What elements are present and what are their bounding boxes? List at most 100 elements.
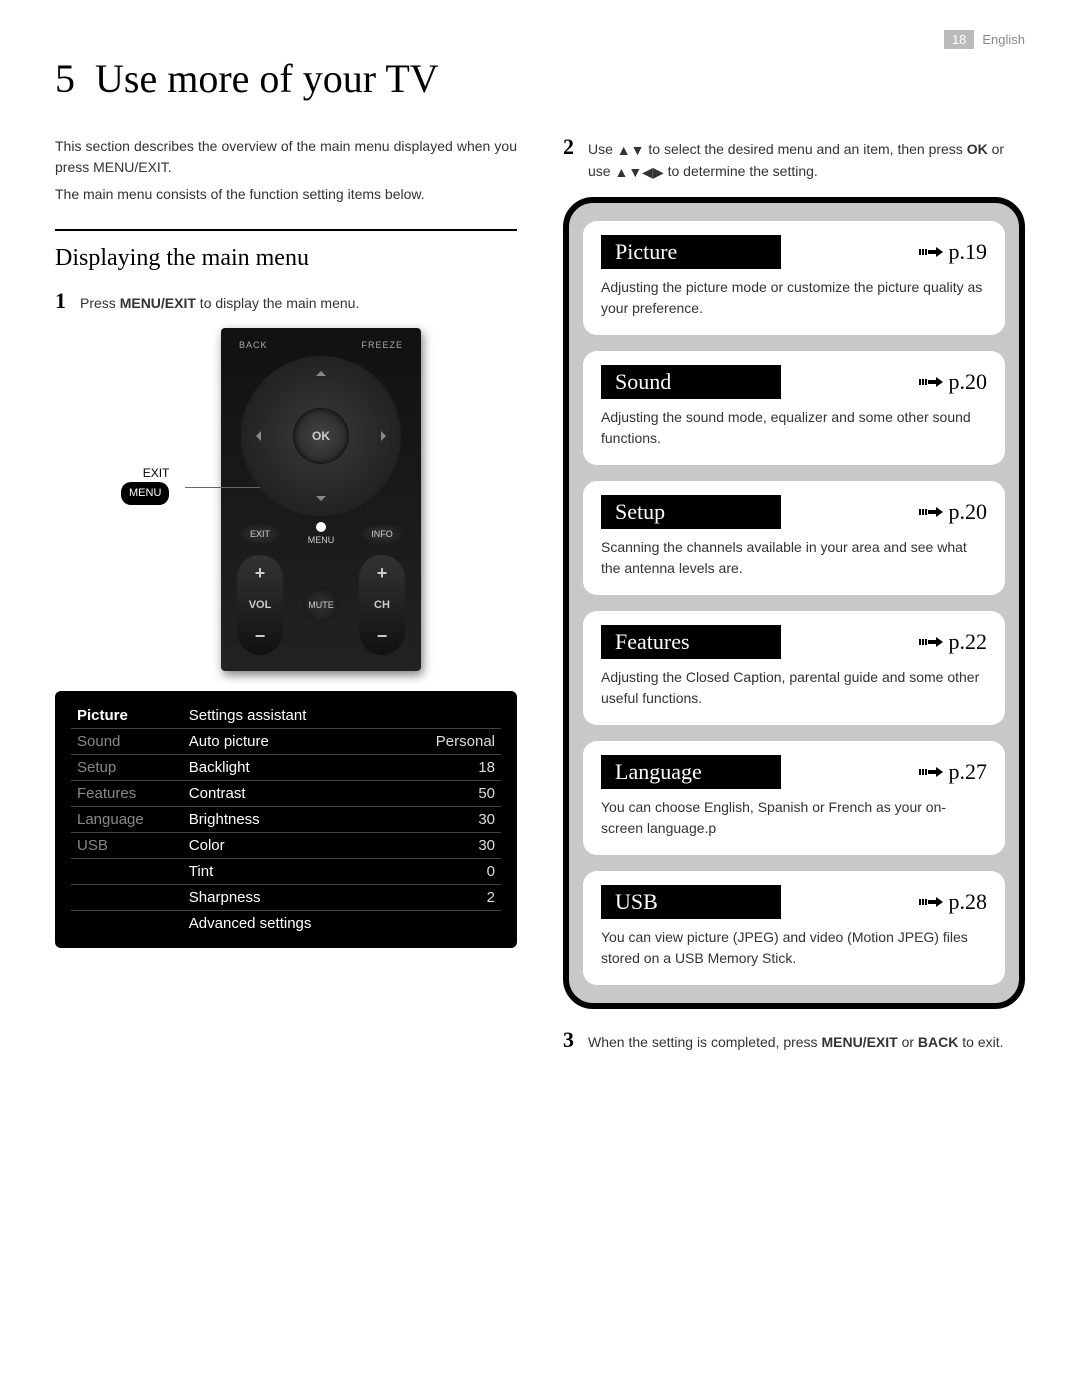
card-description: You can view picture (JPEG) and video (M…	[601, 927, 987, 969]
page-number-ref: p.27	[949, 759, 988, 785]
setting-label: Brightness	[183, 807, 398, 833]
callout-exit: EXIT	[143, 466, 170, 480]
menu-card-usb: USB p.28 You can view picture (JPEG) and v…	[583, 871, 1005, 985]
intro-text-1: This section describes the overview of t…	[55, 136, 517, 178]
dpad: OK	[241, 356, 401, 516]
arrow-left-icon	[251, 431, 261, 441]
vol-label: VOL	[249, 599, 272, 611]
page-number-ref: p.22	[949, 629, 988, 655]
page-number-ref: p.19	[949, 239, 988, 265]
card-page-ref: p.27	[919, 759, 988, 785]
setting-value: 0	[398, 859, 501, 885]
freeze-label: FREEZE	[361, 340, 403, 350]
ok-button: OK	[293, 408, 349, 464]
card-page-ref: p.22	[919, 629, 988, 655]
page-number-ref: p.20	[949, 369, 988, 395]
volume-rocker: + VOL −	[237, 555, 283, 655]
menu-card-language: Languagep.27You can choose English, Span…	[583, 741, 1005, 855]
info-button: INFO	[359, 523, 405, 545]
page-number-ref: p.28	[949, 889, 988, 915]
menu-item-sound: Sound	[71, 729, 183, 755]
plus-icon: +	[255, 563, 266, 584]
menu-cards-panel: Picture p.19 Adjusting the picture mode or…	[563, 197, 1025, 1009]
menu-card-sound: Sound p.20 Adjusting the sound mode, equal…	[583, 351, 1005, 465]
setting-value: 18	[398, 755, 501, 781]
step-number: 3	[563, 1029, 574, 1051]
mute-button: MUTE	[303, 587, 339, 623]
menu-item-usb: USB	[71, 833, 183, 859]
card-page-ref: p.28	[919, 889, 988, 915]
card-description: Adjusting the picture mode or customize …	[601, 277, 987, 319]
card-description: You can choose English, Spanish or Frenc…	[601, 797, 987, 839]
menu-item-language: Language	[71, 807, 183, 833]
step-text: Use ▲▼ to select the desired menu and an…	[588, 136, 1025, 183]
step-number: 1	[55, 290, 66, 312]
chapter-number: 5	[55, 56, 75, 101]
setting-label: Backlight	[183, 755, 398, 781]
goto-arrow-icon	[919, 765, 943, 779]
goto-arrow-icon	[919, 375, 943, 389]
setting-label: Auto picture	[183, 729, 398, 755]
goto-arrow-icon	[919, 635, 943, 649]
setting-label: Tint	[183, 859, 398, 885]
menu-item-setup: Setup	[71, 755, 183, 781]
menu-item-picture: Picture	[71, 703, 183, 729]
setting-value: 30	[398, 807, 501, 833]
back-label: BACK	[239, 340, 268, 350]
menu-card-setup: Setup p.20 Scanning the channels available…	[583, 481, 1005, 595]
page-number-ref: p.20	[949, 499, 988, 525]
minus-icon: −	[377, 626, 388, 647]
step-text: When the setting is completed, press MEN…	[588, 1029, 1004, 1053]
callout-menu: MENU	[121, 482, 169, 505]
callout-labels: EXIT MENU	[121, 464, 169, 505]
card-title: Setup	[601, 495, 781, 529]
card-description: Scanning the channels available in your …	[601, 537, 987, 579]
section-rule	[55, 229, 517, 231]
intro-text-2: The main menu consists of the function s…	[55, 184, 517, 205]
arrow-right-icon	[381, 431, 391, 441]
ch-label: CH	[374, 599, 390, 611]
remote-illustration: EXIT MENU BACK FREEZE OK	[141, 328, 431, 671]
step-3: 3 When the setting is completed, press M…	[563, 1029, 1025, 1053]
menu-button-dot	[316, 522, 326, 532]
card-title: Features	[601, 625, 781, 659]
setting-value: Personal	[398, 729, 501, 755]
card-title: USB	[601, 885, 781, 919]
updown-arrows-icon: ▲▼	[617, 140, 645, 161]
card-title: Picture	[601, 235, 781, 269]
page-header: 18 English	[55, 30, 1025, 49]
goto-arrow-icon	[919, 895, 943, 909]
card-description: Adjusting the sound mode, equalizer and …	[601, 407, 987, 449]
osd-table: PictureSettings assistant SoundAuto pict…	[71, 703, 501, 936]
card-description: Adjusting the Closed Caption, parental g…	[601, 667, 987, 709]
step-text: Press MENU/EXIT to display the main menu…	[80, 290, 359, 314]
step-number: 2	[563, 136, 574, 158]
setting-label: Color	[183, 833, 398, 859]
card-title: Sound	[601, 365, 781, 399]
setting-value: 30	[398, 833, 501, 859]
setting-value	[398, 703, 501, 729]
page-number: 18	[944, 30, 974, 49]
setting-label: Advanced settings	[183, 911, 398, 937]
menu-card-picture: Picture p.19 Adjusting the picture mode or…	[583, 221, 1005, 335]
plus-icon: +	[377, 563, 388, 584]
minus-icon: −	[255, 626, 266, 647]
goto-arrow-icon	[919, 245, 943, 259]
setting-label: Settings assistant	[183, 703, 398, 729]
setting-label: Sharpness	[183, 885, 398, 911]
menu-card-features: Features p.22 Adjusting the Closed Caption…	[583, 611, 1005, 725]
chapter-title: 5 Use more of your TV	[55, 55, 1025, 102]
menu-item-features: Features	[71, 781, 183, 807]
step-1: 1 Press MENU/EXIT to display the main me…	[55, 290, 517, 314]
chapter-name: Use more of your TV	[95, 56, 439, 101]
setting-value: 2	[398, 885, 501, 911]
card-page-ref: p.20	[919, 499, 988, 525]
setting-value	[398, 911, 501, 937]
osd-menu: PictureSettings assistant SoundAuto pict…	[55, 691, 517, 948]
arrow-down-icon	[316, 496, 326, 506]
menu-label: MENU	[308, 535, 335, 545]
section-heading: Displaying the main menu	[55, 245, 517, 272]
card-page-ref: p.20	[919, 369, 988, 395]
all-arrows-icon: ▲▼◀▶	[614, 162, 663, 183]
setting-value: 50	[398, 781, 501, 807]
